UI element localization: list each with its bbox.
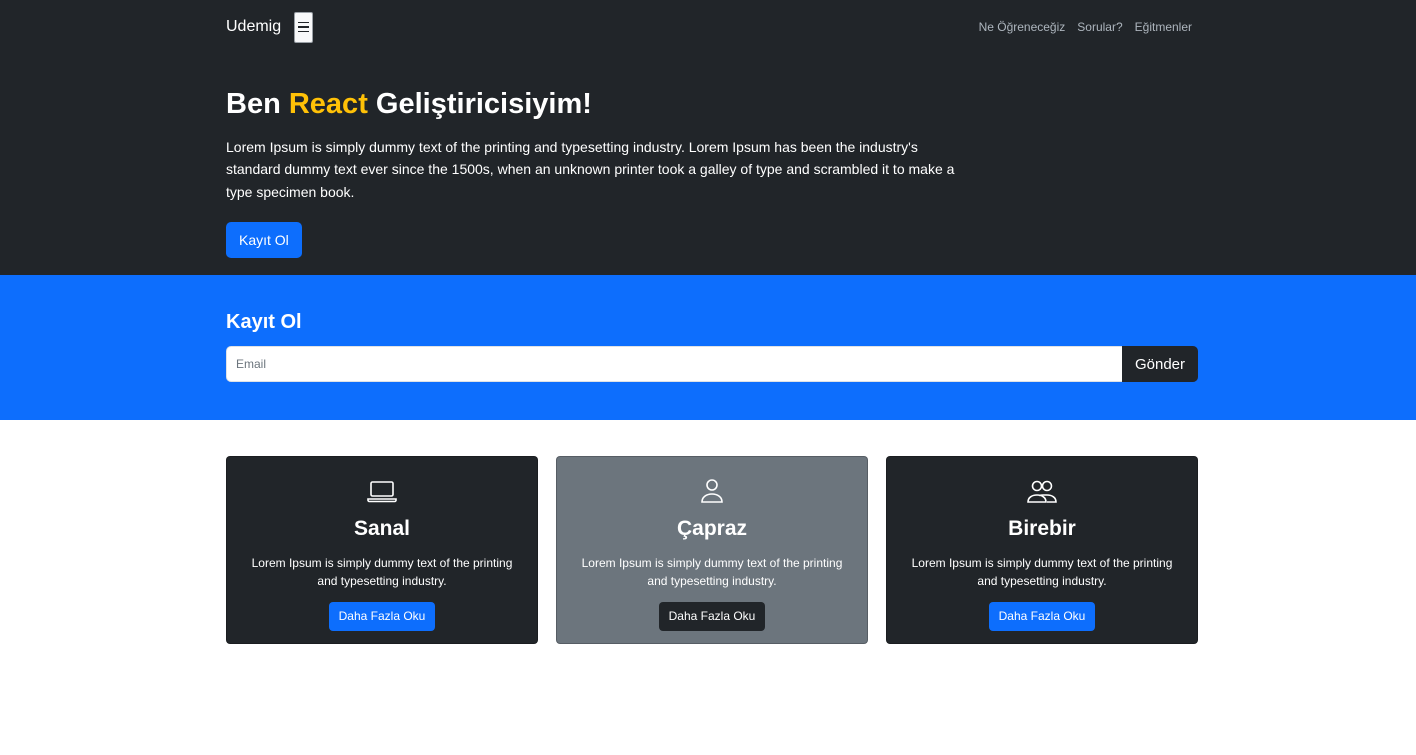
hamburger-icon-line <box>298 21 310 24</box>
card-birebir: Birebir Lorem Ipsum is simply dummy text… <box>886 456 1198 644</box>
laptop-icon <box>367 481 397 503</box>
hero-title-prefix: Ben <box>226 88 281 120</box>
cards-section: Sanal Lorem Ipsum is simply dummy text o… <box>0 420 1416 644</box>
card-title: Birebir <box>1008 517 1076 540</box>
card-text: Lorem Ipsum is simply dummy text of the … <box>581 556 843 588</box>
card-title: Sanal <box>353 517 411 540</box>
submit-button[interactable]: Gönder <box>1122 346 1198 382</box>
hero-signup-button[interactable]: Kayıt Ol <box>226 222 302 259</box>
person-icon <box>701 479 723 503</box>
signup-input-group: Gönder <box>226 346 1198 382</box>
card-sanal: Sanal Lorem Ipsum is simply dummy text o… <box>226 456 538 644</box>
card-capraz: Çapraz Lorem Ipsum is simply dummy text … <box>556 456 868 644</box>
card-text: Lorem Ipsum is simply dummy text of the … <box>251 556 513 588</box>
hero-title-accent: React <box>288 88 368 120</box>
card-title: Çapraz <box>676 517 748 540</box>
navbar: Udemig Ne Öğreneceğiz Sorular? Eğitmenle… <box>0 0 1416 54</box>
nav-link-ne-ogrenecegiz[interactable]: Ne Öğreneceğiz <box>979 20 1066 34</box>
read-more-button[interactable]: Daha Fazla Oku <box>328 602 436 631</box>
nav-link-egitmenler[interactable]: Eğitmenler <box>1135 20 1192 34</box>
card-text: Lorem Ipsum is simply dummy text of the … <box>911 556 1173 588</box>
people-icon <box>1027 480 1057 503</box>
brand-link[interactable]: Udemig <box>226 18 281 36</box>
hero-title: Ben React Geliştiricisiyim! <box>226 87 1198 122</box>
email-input[interactable] <box>226 346 1122 382</box>
hero-title-suffix: Geliştiricisiyim! <box>375 88 592 120</box>
read-more-button[interactable]: Daha Fazla Oku <box>658 602 766 631</box>
navbar-toggler-button[interactable] <box>294 11 314 43</box>
nav-link-sorular[interactable]: Sorular? <box>1077 20 1122 34</box>
hero-description: Lorem Ipsum is simply dummy text of the … <box>226 138 955 200</box>
read-more-button[interactable]: Daha Fazla Oku <box>988 602 1096 631</box>
nav-links: Ne Öğreneceğiz Sorular? Eğitmenler <box>979 20 1192 34</box>
hamburger-icon-line <box>298 26 310 28</box>
signup-section: Kayıt Ol Gönder <box>0 275 1416 420</box>
hero-section: Ben React Geliştiricisiyim! Lorem Ipsum … <box>0 54 1416 275</box>
hamburger-icon-line <box>298 30 310 33</box>
signup-title: Kayıt Ol <box>226 311 302 333</box>
